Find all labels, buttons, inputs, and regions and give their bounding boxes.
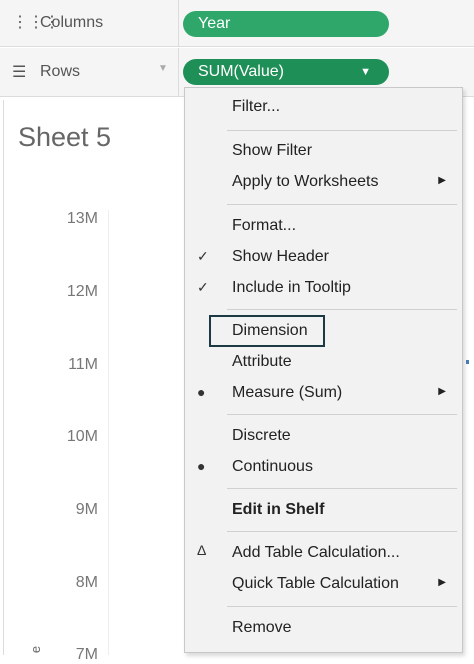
checkmark-icon: ✓ (197, 279, 209, 295)
menu-separator (227, 606, 457, 607)
year-pill-label: Year (198, 15, 231, 32)
delta-icon: Δ (197, 542, 207, 558)
y-tick: 8M (75, 574, 98, 591)
y-tick: 9M (75, 501, 98, 518)
rows-label: Rows (40, 63, 81, 80)
chevron-down-icon[interactable]: ▼ (158, 63, 168, 74)
y-tick: 10M (66, 428, 98, 445)
checkmark-icon: ✓ (197, 248, 209, 264)
menu-item-show-header[interactable]: ✓ Show Header (185, 244, 462, 272)
menu-item-filter[interactable]: Filter... (185, 94, 462, 122)
rows-shelf-label: ☰ Rows ▼ (0, 48, 179, 96)
columns-label: Columns (40, 14, 104, 31)
menu-separator (227, 309, 457, 310)
menu-item-add-table-calculation[interactable]: Δ Add Table Calculation... (185, 540, 462, 568)
menu-item-quick-table-calculation[interactable]: Quick Table Calculation ▶ (185, 571, 462, 599)
menu-item-attribute[interactable]: Attribute (185, 349, 462, 377)
dimension-highlight-box (209, 315, 325, 347)
menu-separator (227, 130, 457, 131)
menu-item-remove[interactable]: Remove (185, 615, 462, 643)
bullet-icon: ● (197, 384, 206, 400)
menu-item-format[interactable]: Format... (185, 213, 462, 241)
menu-item-continuous[interactable]: ● Continuous (185, 454, 462, 482)
pill-context-menu: Filter... Show Filter Apply to Worksheet… (184, 87, 463, 653)
year-pill[interactable]: Year (183, 11, 389, 37)
sum-value-pill-label: SUM(Value) (198, 63, 284, 80)
axis-title: e (28, 645, 44, 654)
y-tick: 12M (66, 283, 98, 300)
sum-value-pill[interactable]: SUM(Value) ▼ (183, 59, 389, 85)
menu-separator (227, 531, 457, 532)
chart-line-edge (466, 360, 469, 364)
pill-chevron-down-icon[interactable]: ▼ (360, 59, 371, 85)
sheet-title: Sheet 5 (18, 122, 112, 152)
y-tick: 11M (68, 356, 98, 373)
submenu-arrow-icon: ▶ (438, 386, 446, 397)
menu-item-apply-to-worksheets[interactable]: Apply to Worksheets ▶ (185, 169, 462, 197)
columns-shelf-label: ⋮⋮⋮ Columns (0, 0, 179, 46)
menu-item-measure-sum[interactable]: ● Measure (Sum) ▶ (185, 380, 462, 408)
bullet-icon: ● (197, 458, 206, 474)
rows-icon: ☰ (12, 64, 27, 81)
menu-separator (227, 204, 457, 205)
menu-item-discrete[interactable]: Discrete (185, 423, 462, 451)
menu-item-edit-in-shelf[interactable]: Edit in Shelf (185, 497, 462, 525)
menu-separator (227, 414, 457, 415)
axis-line (108, 210, 109, 655)
y-tick: 7M (75, 646, 98, 663)
menu-item-show-filter[interactable]: Show Filter (185, 138, 462, 166)
submenu-arrow-icon: ▶ (438, 577, 446, 588)
menu-item-include-in-tooltip[interactable]: ✓ Include in Tooltip (185, 275, 462, 303)
y-tick: 13M (66, 210, 98, 227)
submenu-arrow-icon: ▶ (438, 175, 446, 186)
menu-separator (227, 488, 457, 489)
columns-shelf: ⋮⋮⋮ Columns Year (0, 0, 474, 47)
